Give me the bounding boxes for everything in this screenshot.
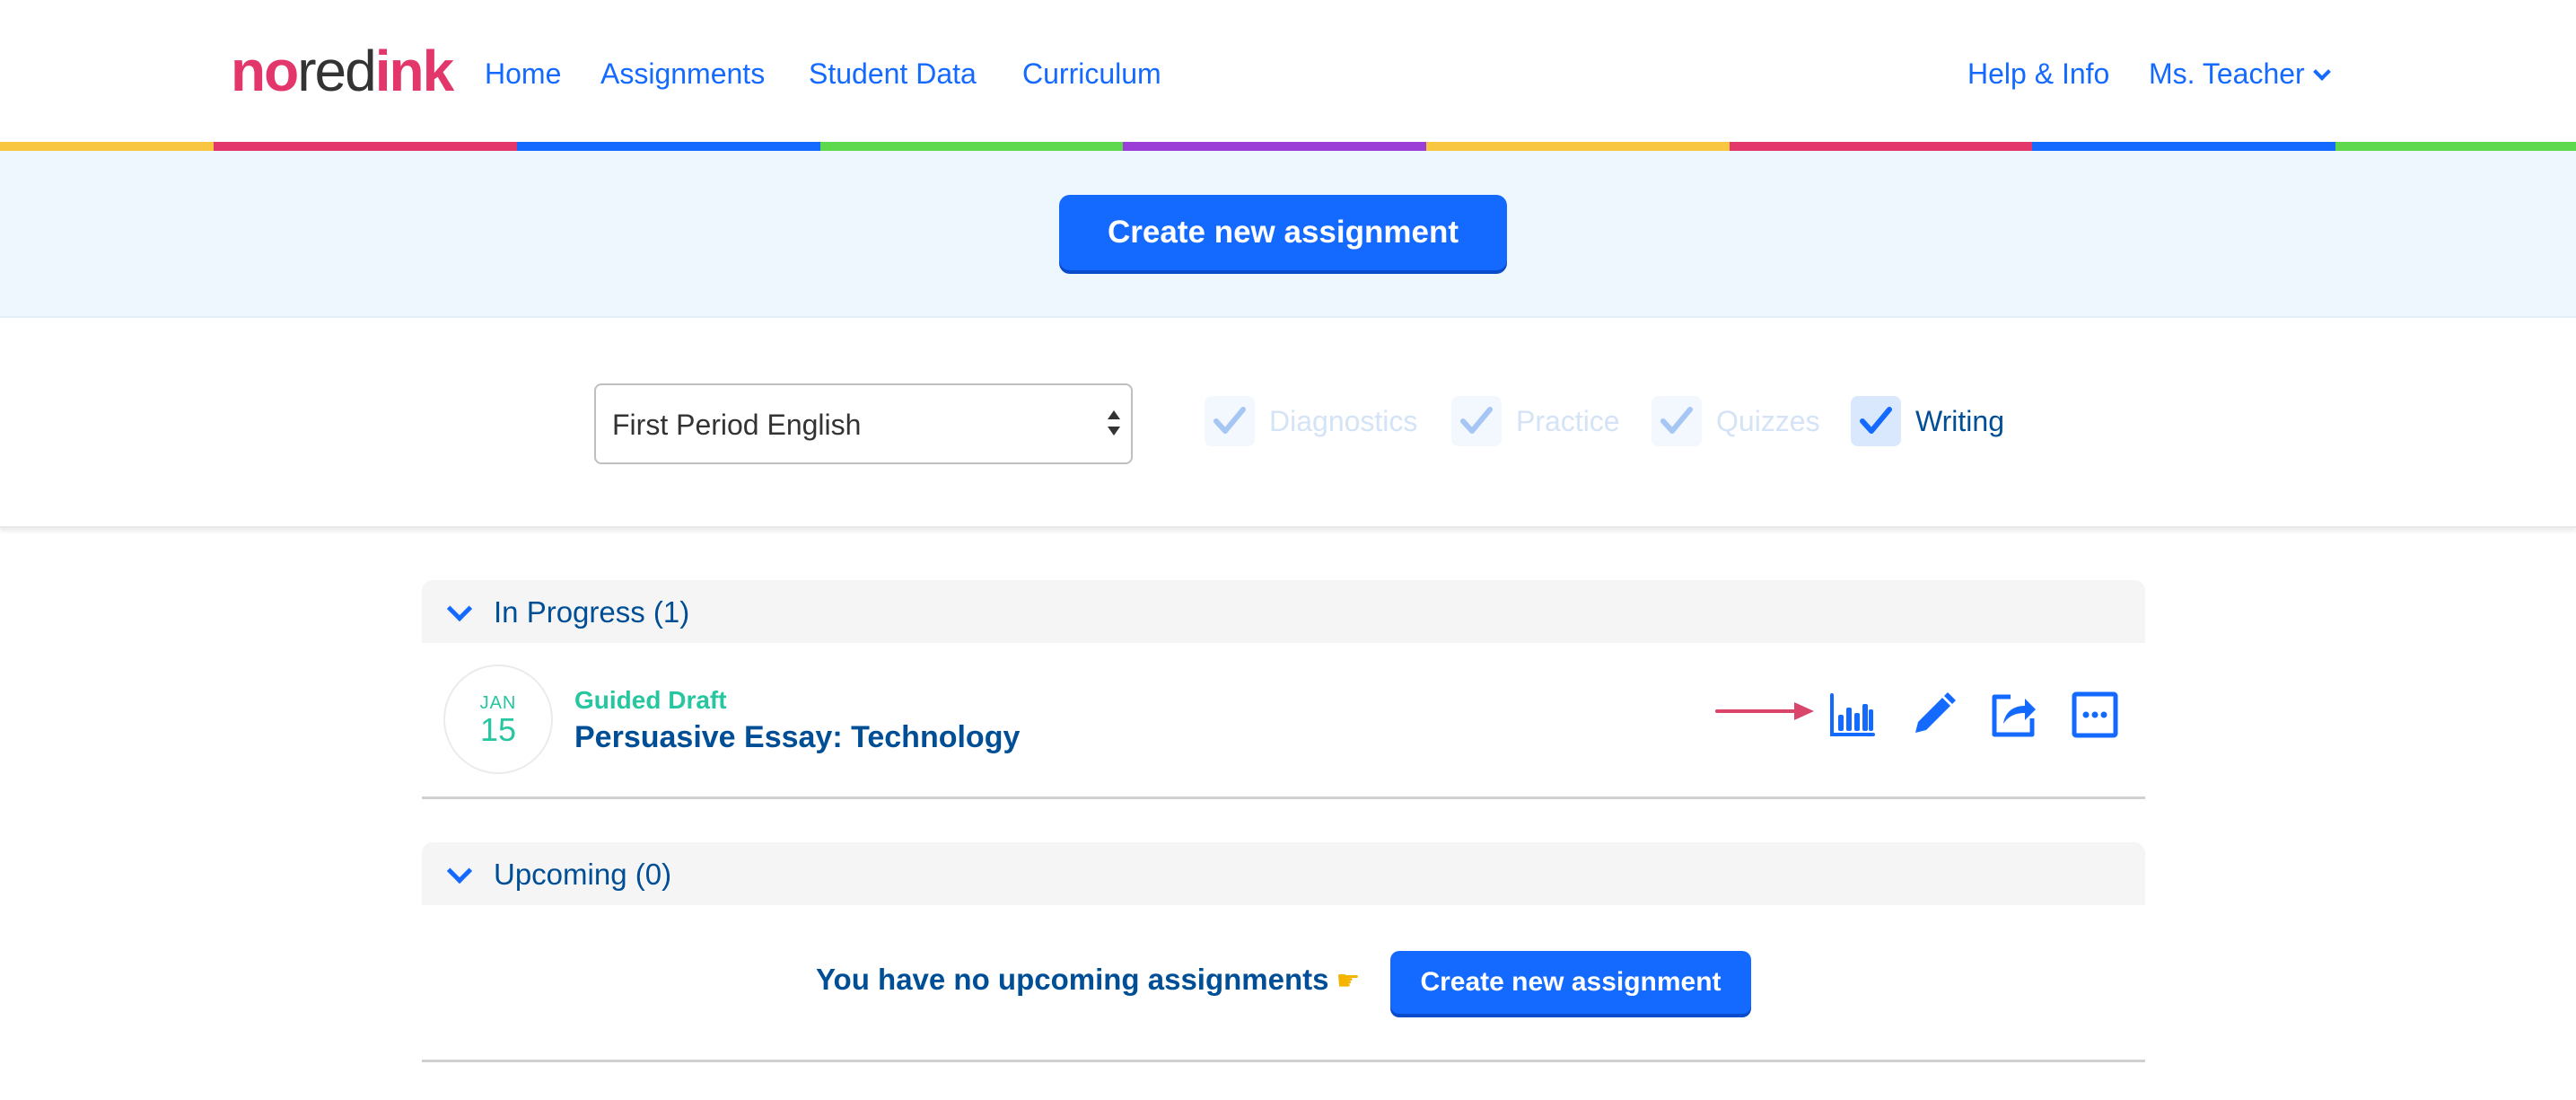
checkmark-icon (1451, 396, 1502, 446)
chevron-down-icon (446, 595, 473, 622)
assignment-row: JAN 15 Guided Draft Persuasive Essay: Te… (422, 643, 2145, 799)
logo-text-no: no (231, 39, 299, 103)
due-date-badge: JAN 15 (443, 664, 553, 774)
filter-practice-label: Practice (1516, 404, 1620, 437)
rainbow-segment (1123, 142, 1426, 151)
share-button[interactable] (1991, 691, 2037, 738)
empty-message: You have no upcoming assignments ☛ (816, 963, 1360, 997)
class-select[interactable]: First Period English (594, 383, 1133, 464)
logo-text-red: red (297, 39, 376, 103)
select-arrows-icon (1108, 410, 1122, 441)
nav-link-home[interactable]: Home (485, 54, 561, 93)
checkmark-icon (1652, 396, 1702, 446)
rainbow-divider (0, 142, 2576, 151)
create-assignment-button[interactable]: Create new assignment (1059, 195, 1507, 270)
logo-text-ink: ink (374, 39, 454, 103)
filter-writing-checkbox[interactable]: Writing (1851, 395, 2004, 447)
due-date-day: 15 (479, 711, 517, 748)
chevron-down-icon (446, 858, 473, 884)
rainbow-segment (2032, 142, 2335, 151)
nav-link-help-info[interactable]: Help & Info (1967, 54, 2109, 93)
filter-writing-label: Writing (1915, 404, 2004, 437)
rainbow-segment (0, 142, 215, 151)
upcoming-section-header[interactable]: Upcoming (0) (422, 842, 2145, 905)
filter-bar: First Period English Diagnostics Practic… (0, 318, 2576, 528)
rainbow-segment (214, 142, 517, 151)
rainbow-segment (819, 142, 1124, 151)
checkmark-icon (1851, 396, 1901, 446)
pencil-icon (1915, 692, 1956, 733)
filter-diagnostics-checkbox[interactable]: Diagnostics (1205, 395, 1417, 447)
upcoming-title: Upcoming (0) (494, 858, 672, 891)
in-progress-section-header[interactable]: In Progress (1) (422, 580, 2145, 643)
create-assignment-button-secondary[interactable]: Create new assignment (1390, 951, 1751, 1014)
filter-quizzes-label: Quizzes (1716, 404, 1820, 437)
more-options-button[interactable] (2072, 691, 2118, 738)
nav-link-curriculum[interactable]: Curriculum (1022, 54, 1161, 93)
rainbow-segment (1729, 142, 2033, 151)
nav-link-assignments[interactable]: Assignments (600, 54, 765, 93)
more-icon (2072, 691, 2118, 738)
share-icon (1992, 694, 2036, 737)
pointing-hand-icon: ☛ (1336, 966, 1361, 996)
empty-message-text: You have no upcoming assignments (816, 963, 1329, 996)
user-menu[interactable]: Ms. Teacher (2149, 54, 2331, 93)
chevron-down-icon (2312, 63, 2331, 81)
nav-link-student-data[interactable]: Student Data (809, 54, 977, 93)
assignment-title[interactable]: Persuasive Essay: Technology (574, 720, 1020, 755)
view-results-button[interactable] (1829, 691, 1876, 738)
edit-button[interactable] (1910, 691, 1957, 738)
user-menu-label: Ms. Teacher (2149, 57, 2305, 90)
noredink-logo[interactable]: noredink (231, 39, 454, 103)
filter-diagnostics-label: Diagnostics (1269, 404, 1418, 437)
annotation-arrow-icon (1715, 702, 1814, 720)
rainbow-segment (2335, 142, 2576, 151)
filter-quizzes-checkbox[interactable]: Quizzes (1652, 395, 1820, 447)
rainbow-segment (1425, 142, 1730, 151)
bar-chart-icon (1830, 693, 1875, 736)
filter-practice-checkbox[interactable]: Practice (1451, 395, 1620, 447)
checkmark-icon (1205, 396, 1255, 446)
upcoming-empty-state: You have no upcoming assignments ☛ Create… (422, 905, 2145, 1062)
top-nav: noredink Home Assignments Student Data C… (0, 0, 2576, 142)
class-select-value: First Period English (612, 409, 862, 441)
hero-band: Create new assignment (0, 151, 2576, 318)
rainbow-segment (516, 142, 820, 151)
in-progress-title: In Progress (1) (494, 595, 690, 629)
assignment-type: Guided Draft (574, 686, 727, 714)
